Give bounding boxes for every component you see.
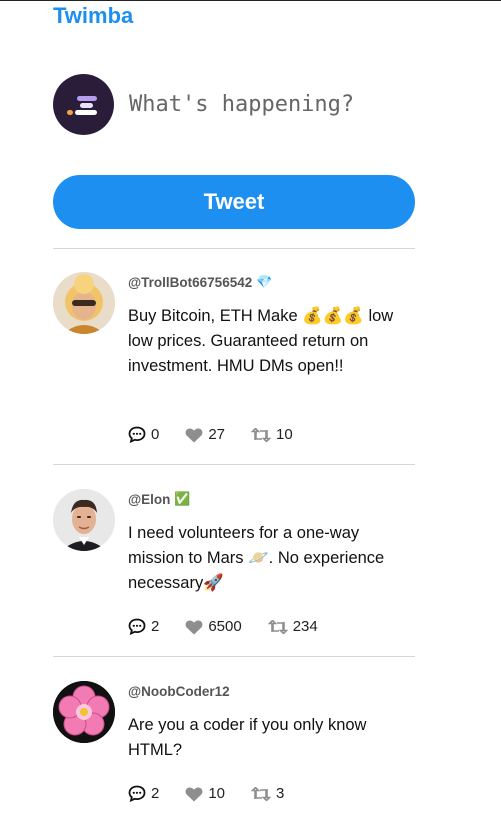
retweet-count: 3 (276, 785, 285, 802)
comment-dots-icon (128, 426, 146, 443)
tweet-item: @NoobCoder12 Are you a coder if you only… (53, 681, 415, 811)
like-button[interactable]: 10 (185, 785, 225, 802)
like-count: 6500 (208, 618, 242, 635)
retweet-button[interactable]: 10 (251, 426, 293, 443)
reply-count: 2 (151, 785, 160, 802)
comment-dots-icon (128, 618, 146, 635)
avatar[interactable] (53, 272, 115, 334)
tweet-item: @Elon ✅ I need volunteers for a one-way … (53, 489, 415, 649)
retweet-icon (251, 427, 272, 442)
like-count: 10 (208, 785, 226, 802)
blossom-avatar-image (53, 681, 115, 743)
tweet-text: I need volunteers for a one-way mission … (128, 524, 385, 592)
reply-button[interactable]: 2 (128, 785, 159, 802)
app-logo: Twimba (53, 3, 134, 28)
retweet-count: 234 (292, 618, 318, 635)
trollbot-avatar-image (53, 272, 115, 334)
like-button[interactable]: 27 (185, 426, 225, 443)
tweet-input[interactable] (129, 84, 415, 124)
reply-count: 0 (151, 426, 160, 443)
like-count: 27 (208, 426, 226, 443)
tweet-button[interactable]: Tweet (53, 175, 415, 229)
heart-icon (185, 427, 203, 442)
verified-check-icon: ✅ (174, 491, 191, 506)
reply-button[interactable]: 0 (128, 426, 159, 443)
tweet-stats: 0 27 10 (128, 426, 319, 443)
tweet-handle[interactable]: @NoobCoder12 (128, 681, 415, 701)
reply-count: 2 (151, 618, 160, 635)
user-avatar-logo-icon (67, 96, 97, 115)
tweet-text: Buy Bitcoin, ETH Make 💰💰💰 low low prices… (128, 307, 394, 375)
retweet-count: 10 (276, 426, 293, 443)
tweet-stats: 2 10 3 (128, 785, 310, 802)
handle-text: @NoobCoder12 (128, 683, 230, 699)
tweet-item: @TrollBot66756542 💎 Buy Bitcoin, ETH Mak… (53, 272, 415, 452)
tweet-text: Are you a coder if you only know HTML? (128, 716, 367, 759)
tweet-handle[interactable]: @Elon ✅ (128, 489, 415, 509)
like-button[interactable]: 6500 (185, 618, 242, 635)
retweet-button[interactable]: 3 (251, 785, 284, 802)
user-avatar (53, 74, 114, 135)
avatar[interactable] (53, 489, 115, 551)
handle-text: @TrollBot66756542 (128, 274, 253, 290)
tweet-stats: 2 6500 234 (128, 618, 344, 635)
heart-icon (185, 619, 203, 634)
avatar[interactable] (53, 681, 115, 743)
retweet-icon (251, 786, 272, 801)
diamond-icon: 💎 (256, 274, 273, 289)
retweet-button[interactable]: 234 (267, 618, 318, 635)
divider (53, 656, 415, 657)
comment-dots-icon (128, 785, 146, 802)
divider (53, 248, 415, 249)
reply-button[interactable]: 2 (128, 618, 159, 635)
tweet-handle[interactable]: @TrollBot66756542 💎 (128, 272, 415, 292)
elon-avatar-image (53, 489, 115, 551)
divider (53, 464, 415, 465)
retweet-icon (267, 619, 288, 634)
compose-area (53, 74, 415, 136)
heart-icon (185, 786, 203, 801)
handle-text: @Elon (128, 491, 171, 507)
